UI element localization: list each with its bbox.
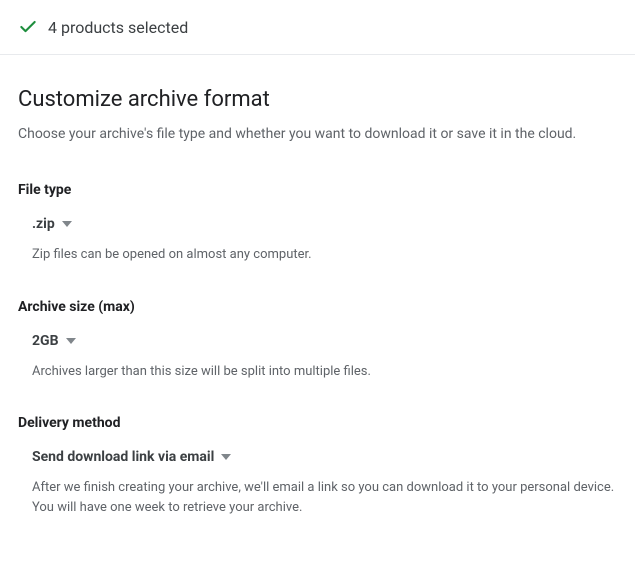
- archive-size-group: Archive size (max) 2GB Archives larger t…: [18, 299, 617, 382]
- checkmark-icon: [18, 17, 38, 37]
- file-type-dropdown[interactable]: .zip: [32, 216, 617, 232]
- file-type-hint: Zip files can be opened on almost any co…: [32, 245, 617, 265]
- delivery-method-value: Send download link via email: [32, 449, 214, 465]
- file-type-group: File type .zip Zip files can be opened o…: [18, 182, 617, 265]
- delivery-method-label: Delivery method: [18, 415, 617, 431]
- page-subtitle: Choose your archive's file type and whet…: [18, 126, 617, 142]
- delivery-method-hint: After we finish creating your archive, w…: [32, 478, 617, 517]
- archive-size-dropdown[interactable]: 2GB: [32, 333, 617, 349]
- delivery-method-group: Delivery method Send download link via e…: [18, 415, 617, 517]
- selection-header: 4 products selected: [0, 0, 635, 54]
- chevron-down-icon: [66, 338, 76, 344]
- archive-size-value: 2GB: [32, 333, 59, 349]
- file-type-label: File type: [18, 182, 617, 198]
- content-area: Customize archive format Choose your arc…: [0, 55, 635, 569]
- archive-size-label: Archive size (max): [18, 299, 617, 315]
- file-type-value: .zip: [32, 216, 55, 232]
- page-title: Customize archive format: [18, 87, 617, 112]
- chevron-down-icon: [221, 454, 231, 460]
- delivery-method-dropdown[interactable]: Send download link via email: [32, 449, 617, 465]
- selection-status-text: 4 products selected: [48, 18, 188, 37]
- chevron-down-icon: [62, 221, 72, 227]
- archive-size-hint: Archives larger than this size will be s…: [32, 362, 617, 382]
